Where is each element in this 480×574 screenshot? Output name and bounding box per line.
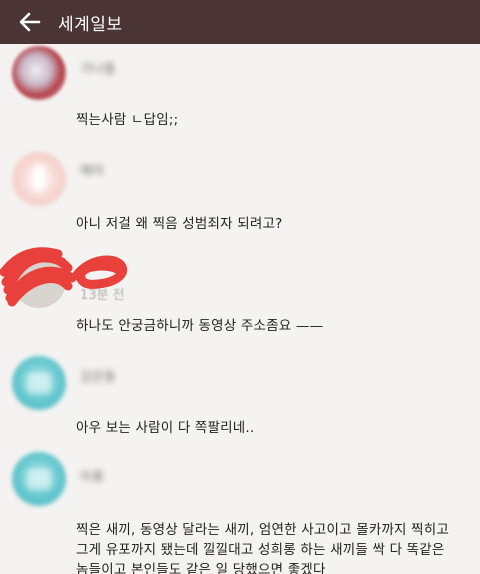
comment-text: 아우 보는 사람이 다 쪽팔리네.. bbox=[76, 420, 255, 436]
avatar[interactable] bbox=[12, 356, 66, 410]
comment-nickname[interactable]: 김은동 bbox=[80, 366, 116, 385]
redaction-scribble bbox=[0, 247, 128, 307]
back-button[interactable] bbox=[8, 0, 52, 44]
comment-text: 찍는사람 ㄴ답임;; bbox=[76, 112, 179, 128]
comment-item: 아롱 찍은 새끼, 동영상 달라는 새끼, 엄연한 사고이고 몰카까지 찍히고 … bbox=[0, 450, 480, 574]
comment-item: 13분 전 하나도 안궁금하니까 동영상 주소좀요 —— bbox=[0, 242, 480, 347]
comment-nickname[interactable]: 가나돌 bbox=[80, 58, 116, 77]
comment-item: 해아 아니 저걸 왜 찍음 성범죄자 되려고? bbox=[0, 142, 480, 243]
comment-list[interactable]: 가나돌 찍는사람 ㄴ답임;; 해아 아니 저걸 왜 찍음 성범죄자 되려고? 1… bbox=[0, 44, 480, 574]
comment-nickname[interactable]: 아롱 bbox=[80, 466, 104, 485]
comment-nickname[interactable]: 해아 bbox=[80, 160, 104, 179]
avatar[interactable] bbox=[12, 152, 66, 206]
app-bar: 세계일보 bbox=[0, 0, 480, 44]
comment-text: 하나도 안궁금하니까 동영상 주소좀요 —— bbox=[76, 318, 324, 334]
comment-text: 아니 저걸 왜 찍음 성범죄자 되려고? bbox=[76, 216, 283, 232]
arrow-left-icon bbox=[19, 12, 41, 32]
app-title: 세계일보 bbox=[58, 14, 123, 35]
avatar[interactable] bbox=[12, 452, 66, 506]
comment-item: 가나돌 찍는사람 ㄴ답임;; bbox=[0, 44, 480, 143]
avatar[interactable] bbox=[12, 46, 66, 100]
comment-text: 찍은 새끼, 동영상 달라는 새끼, 엄연한 사고이고 몰카까지 찍히고 그게 … bbox=[76, 522, 450, 574]
comment-item: 김은동 아우 보는 사람이 다 쪽팔리네.. bbox=[0, 346, 480, 451]
